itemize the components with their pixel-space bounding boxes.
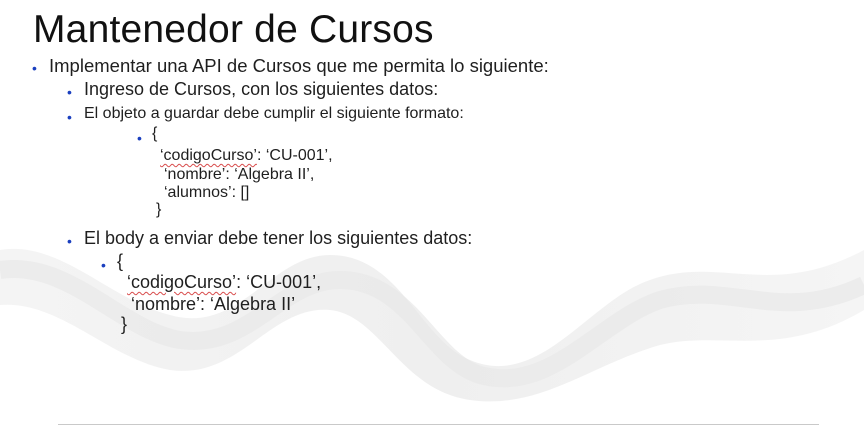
object-close-brace: } bbox=[156, 201, 162, 218]
object-line-alumnos: ‘alumnos’: [] bbox=[164, 184, 250, 201]
footer-divider bbox=[58, 424, 819, 425]
bullet-dot: • bbox=[67, 84, 72, 100]
object-value-codigo: : ‘CU-001’, bbox=[256, 147, 333, 164]
sub-bullet-objeto: El objeto a guardar debe cumplir el sigu… bbox=[84, 105, 464, 122]
object-open-brace: { bbox=[152, 125, 158, 142]
sub-bullet-ingreso: Ingreso de Cursos, con los siguientes da… bbox=[84, 79, 439, 99]
body-key-codigo: ‘codigoCurso’ bbox=[127, 272, 237, 292]
object-line-nombre: ‘nombre’: ‘Algebra II’, bbox=[164, 166, 315, 183]
bullet-main-text: Implementar una API de Cursos que me per… bbox=[49, 55, 549, 76]
body-line-codigo: ‘codigoCurso’: ‘CU-001’, bbox=[127, 272, 321, 293]
object-line-codigo: ‘codigoCurso’: ‘CU-001’, bbox=[160, 147, 333, 165]
bullet-dot: • bbox=[67, 109, 72, 125]
body-line-nombre: ‘nombre’: ‘Algebra II’ bbox=[131, 294, 296, 314]
slide-title: Mantenedor de Cursos bbox=[33, 8, 434, 51]
body-value-codigo: : ‘CU-001’, bbox=[236, 272, 322, 292]
bullet-dot: • bbox=[137, 130, 142, 146]
bullet-dot: • bbox=[101, 257, 106, 273]
bullet-dot: • bbox=[32, 60, 37, 76]
body-close-brace: } bbox=[121, 314, 128, 334]
object-key-codigo: ‘codigoCurso’ bbox=[160, 147, 257, 164]
sub-bullet-body: El body a enviar debe tener los siguient… bbox=[84, 228, 473, 248]
slide: Mantenedor de Cursos • Implementar una A… bbox=[0, 0, 864, 437]
body-open-brace: { bbox=[117, 251, 124, 271]
bullet-dot: • bbox=[67, 233, 72, 249]
